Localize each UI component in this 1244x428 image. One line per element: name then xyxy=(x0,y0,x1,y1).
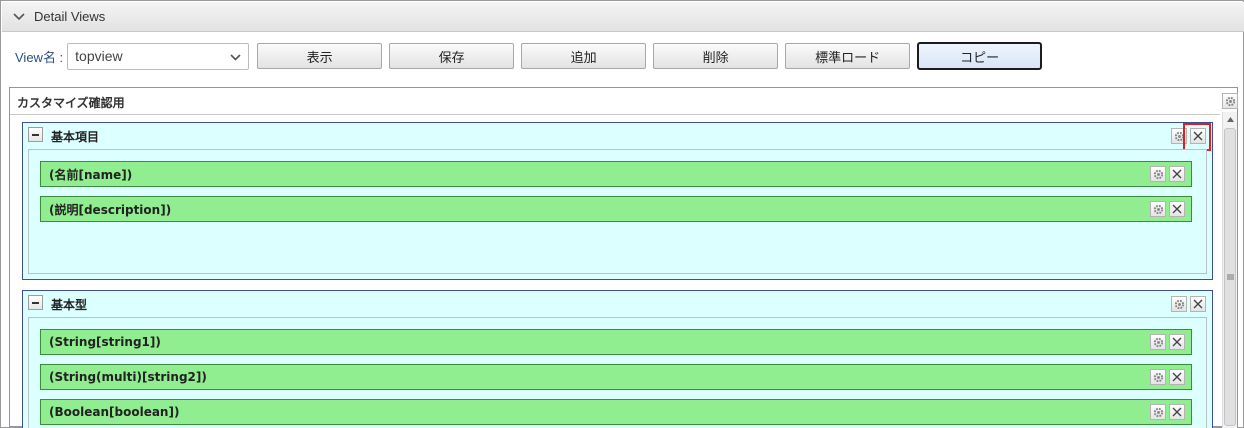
copy-button[interactable]: コピー xyxy=(917,42,1043,70)
field-item[interactable]: (名前[name]) xyxy=(40,161,1192,187)
section-body: (名前[name]) (説明[description]) xyxy=(28,149,1207,274)
close-icon[interactable] xyxy=(1169,166,1185,182)
vertical-scrollbar[interactable] xyxy=(1222,112,1237,428)
section-header: 基本項目 xyxy=(23,123,1212,151)
gear-icon[interactable] xyxy=(1171,296,1187,312)
gear-icon[interactable] xyxy=(1150,334,1166,350)
close-icon[interactable] xyxy=(1183,123,1211,151)
section-title: 基本型 xyxy=(51,298,88,312)
gear-icon[interactable] xyxy=(1222,93,1238,109)
section-title: 基本項目 xyxy=(51,130,100,144)
field-item[interactable]: (String(multi)[string2]) xyxy=(40,364,1192,390)
field-item[interactable]: (説明[description]) xyxy=(40,196,1192,222)
section-tools xyxy=(1171,123,1211,151)
collapse-icon[interactable] xyxy=(28,127,43,142)
gear-icon[interactable] xyxy=(1150,201,1166,217)
layout-area-title: カスタマイズ確認用 xyxy=(17,96,125,110)
close-icon[interactable] xyxy=(1169,201,1185,217)
field-label: (Boolean[boolean]) xyxy=(49,405,180,419)
section-basic-items[interactable]: 基本項目 (名前[name]) (説明[description]) xyxy=(22,122,1213,280)
section-tools xyxy=(1171,296,1206,312)
gear-icon[interactable] xyxy=(1150,404,1166,420)
panel-header[interactable]: Detail Views xyxy=(2,2,1244,32)
field-tools xyxy=(1150,369,1185,385)
field-tools xyxy=(1150,201,1185,217)
view-select[interactable]: topview xyxy=(67,42,250,70)
scroll-up-arrow-icon[interactable] xyxy=(1223,112,1238,126)
layout-area: カスタマイズ確認用 基本項目 (名前[name]) (説明[descriptio… xyxy=(9,87,1238,428)
add-button[interactable]: 追加 xyxy=(521,43,647,69)
grip-icon xyxy=(1226,274,1234,280)
field-tools xyxy=(1150,166,1185,182)
gear-icon[interactable] xyxy=(1171,128,1187,144)
show-button[interactable]: 表示 xyxy=(257,43,383,69)
close-icon[interactable] xyxy=(1169,404,1185,420)
field-tools xyxy=(1150,404,1185,420)
section-header: 基本型 xyxy=(23,291,1212,317)
field-item[interactable]: (String[string1]) xyxy=(40,329,1192,355)
toolbar: View名 : topview 表示 保存 追加 削除 標準ロード コピー xyxy=(15,41,1049,71)
field-tools xyxy=(1150,334,1185,350)
gear-icon[interactable] xyxy=(1150,369,1166,385)
detail-views-panel: Detail Views View名 : topview 表示 保存 追加 削除… xyxy=(0,0,1244,428)
field-label: (String[string1]) xyxy=(49,335,161,349)
panel-title: Detail Views xyxy=(34,9,106,24)
standard-load-button[interactable]: 標準ロード xyxy=(785,43,911,69)
field-label: (名前[name]) xyxy=(49,167,133,182)
view-select-value: topview xyxy=(75,48,123,64)
field-label: (String(multi)[string2]) xyxy=(49,370,207,384)
field-label: (説明[description]) xyxy=(49,202,172,217)
close-icon[interactable] xyxy=(1169,369,1185,385)
divider xyxy=(10,114,1220,115)
save-button[interactable]: 保存 xyxy=(389,43,515,69)
chevron-down-icon xyxy=(230,48,241,64)
close-icon[interactable] xyxy=(1190,296,1206,312)
section-body: (String[string1]) (String(multi)[string2… xyxy=(28,317,1207,428)
delete-button[interactable]: 削除 xyxy=(653,43,779,69)
close-icon[interactable] xyxy=(1169,334,1185,350)
chevron-down-icon[interactable] xyxy=(12,10,26,24)
gear-icon[interactable] xyxy=(1150,166,1166,182)
scroll-thumb[interactable] xyxy=(1224,128,1236,426)
collapse-icon[interactable] xyxy=(28,295,43,310)
field-item[interactable]: (Boolean[boolean]) xyxy=(40,399,1192,425)
view-name-label: View名 : xyxy=(15,49,64,65)
section-basic-types[interactable]: 基本型 (String[string1]) (String(multi)[str… xyxy=(22,290,1213,428)
